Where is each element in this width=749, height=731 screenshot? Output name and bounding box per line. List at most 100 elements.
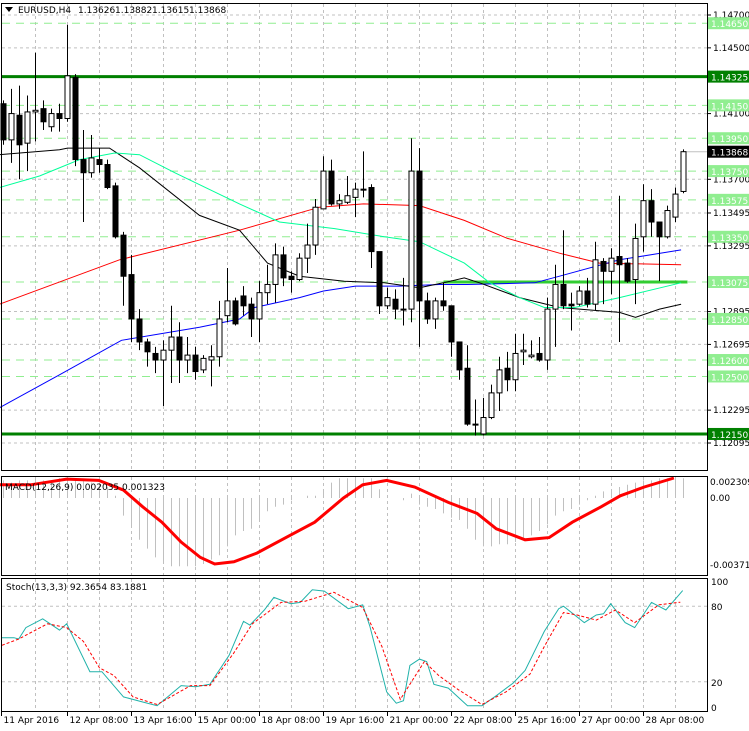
candle — [640, 184, 647, 252]
bearish-candle-body — [128, 274, 135, 320]
bullish-candle-body — [680, 151, 687, 192]
candle — [312, 199, 319, 255]
bullish-candle-body — [400, 308, 407, 311]
candle — [392, 289, 399, 319]
candle — [616, 195, 623, 342]
macd-axis-label-min: -0.003718 — [710, 561, 749, 571]
bearish-candle-body — [504, 367, 511, 381]
candle — [256, 281, 263, 342]
bullish-candle-body — [544, 308, 551, 361]
bullish-candle-body — [184, 354, 191, 361]
bullish-candle-body — [520, 349, 527, 353]
trading-chart[interactable]: 1.147001.145001.141001.137001.134951.132… — [0, 0, 749, 731]
bearish-candle-body — [192, 354, 199, 373]
ma-aqua-line — [0, 152, 682, 308]
candle — [560, 230, 567, 310]
axes: 1.147001.145001.141001.137001.134951.132… — [1, 11, 749, 726]
bearish-candle-body — [120, 234, 127, 277]
bullish-candle-body — [408, 170, 415, 310]
candle — [272, 243, 279, 303]
candle — [680, 149, 687, 194]
candle — [344, 176, 351, 204]
stoch-axis-label: 100 — [711, 578, 728, 588]
time-axis-label: 12 Apr 08:00 — [70, 716, 129, 726]
candle — [128, 254, 135, 342]
candle — [304, 223, 311, 273]
bearish-candle-body — [248, 303, 255, 320]
bearish-candle-body — [424, 300, 431, 320]
bullish-candle-body — [32, 109, 39, 113]
candle — [464, 345, 471, 426]
bearish-candle-body — [176, 336, 183, 361]
stoch-label: Stoch(13,3,3) 92.3654 83.1881 — [6, 583, 147, 593]
level-price-label: 1.13575 — [711, 197, 748, 207]
time-axis-label: 15 Apr 00:00 — [198, 716, 257, 726]
bullish-candle-body — [296, 257, 303, 281]
candle — [512, 333, 519, 392]
time-axis-label: 28 Apr 08:00 — [646, 716, 705, 726]
bullish-candle-body — [672, 193, 679, 218]
bearish-candle-body — [584, 290, 591, 305]
bullish-candle-body — [168, 336, 175, 351]
candle — [648, 189, 655, 237]
bullish-candle-body — [304, 244, 311, 259]
bullish-candle-body — [312, 206, 319, 246]
bullish-candle-body — [512, 352, 519, 381]
bearish-candle-body — [328, 170, 335, 205]
candle — [48, 108, 55, 132]
bearish-candle-body — [16, 114, 23, 146]
candle — [504, 351, 511, 392]
candle — [80, 130, 87, 223]
candle — [216, 300, 223, 367]
bearish-candle-body — [376, 251, 383, 307]
level-price-label: 1.14650 — [711, 20, 748, 30]
candle — [104, 159, 111, 190]
ma-red-line — [0, 203, 682, 305]
candle — [88, 134, 95, 178]
collapse-triangle-icon[interactable] — [5, 7, 13, 12]
candle — [536, 337, 543, 362]
bearish-candle-body — [368, 187, 375, 253]
ohlc-open: 1.13626 — [78, 6, 115, 16]
bullish-candle-body — [320, 170, 327, 210]
price-tick-label: 1.12295 — [713, 406, 749, 416]
bullish-candle-body — [200, 357, 207, 371]
moving-averages — [0, 147, 682, 408]
price-tick-label: 1.12695 — [713, 340, 749, 350]
candle — [672, 187, 679, 223]
candle — [488, 384, 495, 420]
symbol-label: EURUSD,H4 — [18, 6, 71, 16]
macd-axis-label-max: 0.002309 — [710, 478, 749, 488]
candle — [120, 231, 127, 306]
candle — [184, 337, 191, 374]
candle — [448, 305, 455, 357]
candle — [152, 346, 159, 374]
candle — [576, 286, 583, 306]
support-resistance-levels[interactable] — [2, 22, 707, 436]
candle — [168, 305, 175, 384]
candle — [440, 282, 447, 311]
candle — [368, 184, 375, 269]
level-price-label: 1.14325 — [711, 74, 748, 84]
candle — [240, 286, 247, 316]
current-price-label: 1.13868 — [711, 149, 748, 159]
time-axis-label: 25 Apr 16:00 — [518, 716, 577, 726]
bullish-candle-body — [160, 349, 167, 361]
bearish-candle-body — [624, 262, 631, 282]
stoch-main-line — [1, 589, 684, 707]
candle — [592, 241, 599, 311]
bullish-candle-body — [256, 292, 263, 320]
bearish-candle-body — [616, 256, 623, 266]
level-price-label: 1.13075 — [711, 279, 748, 289]
bullish-candle-body — [528, 354, 535, 358]
time-axis-label: 21 Apr 00:00 — [390, 716, 449, 726]
candle — [24, 95, 31, 172]
candle — [8, 88, 15, 163]
ohlc-low: 1.13615 — [152, 6, 189, 16]
bullish-candle-body — [216, 318, 223, 358]
bullish-candle-body — [64, 75, 71, 120]
bullish-candle-body — [664, 210, 671, 238]
bullish-candle-body — [344, 195, 351, 203]
time-axis-label: 22 Apr 08:00 — [454, 716, 513, 726]
candle — [328, 159, 335, 206]
